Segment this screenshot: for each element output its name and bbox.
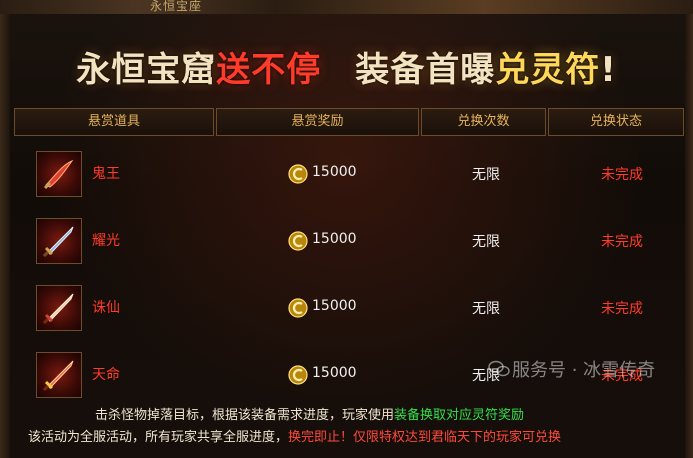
banner-part4: 兑灵符: [495, 50, 601, 90]
status-label: 未完成: [601, 167, 643, 183]
exchange-count: 无限: [472, 301, 500, 317]
banner-part2: 送不停: [216, 50, 322, 90]
item-name: 鬼王: [92, 166, 120, 182]
sword-item-icon[interactable]: [36, 285, 82, 331]
item-name: 诛仙: [92, 300, 120, 316]
reward-value: 15000: [312, 231, 357, 247]
watermark: 服务号 · 冰雪传奇: [512, 360, 656, 381]
item-name: 天命: [92, 367, 120, 383]
wechat-icon: [488, 360, 510, 377]
sword-item-icon[interactable]: [36, 352, 82, 398]
strip-title: 永恒宝座: [150, 0, 203, 13]
right-border: [685, 14, 693, 458]
footer-line-2-text: 该活动为全服活动，所有玩家共享全服进度，: [28, 430, 289, 445]
exchange-count: 无限: [472, 167, 500, 183]
reward-value: 15000: [312, 298, 357, 314]
blade-item-icon[interactable]: [36, 151, 82, 197]
table-row[interactable]: 耀光 15000 无限 未完成: [14, 207, 684, 274]
sword-item-icon[interactable]: [36, 218, 82, 264]
reward-table: 悬赏道具 悬赏奖励 兑换次数 兑换状态 鬼王 15000 无限 未完成 耀光 1…: [14, 108, 684, 398]
table-header: 悬赏道具 悬赏奖励 兑换次数 兑换状态: [14, 108, 684, 136]
reward-value: 15000: [312, 164, 357, 180]
coin-icon: [288, 298, 308, 318]
reward-value: 15000: [312, 365, 357, 381]
banner-part5: !: [600, 50, 617, 90]
coin-icon: [288, 365, 308, 385]
table-row[interactable]: 鬼王 15000 无限 未完成: [14, 140, 684, 207]
banner-title: 永恒宝窟送不停 装备首曝兑灵符!: [20, 42, 673, 98]
banner-part1: 永恒宝窟: [76, 50, 217, 90]
col-header-reward: 悬赏奖励: [216, 108, 419, 136]
banner-part3: 装备首曝: [355, 50, 496, 90]
footer-line-1: 击杀怪物掉落目标，根据该装备需求进度，玩家使用装备换取对应灵符奖励: [95, 405, 524, 427]
status-label: 未完成: [601, 234, 643, 250]
col-header-count: 兑换次数: [421, 108, 546, 136]
table-row[interactable]: 诛仙 15000 无限 未完成: [14, 274, 684, 341]
footer-line-1-text: 击杀怪物掉落目标，根据该装备需求进度，玩家使用: [95, 408, 395, 423]
footer-line-1-highlight: 装备换取对应灵符奖励: [394, 408, 525, 423]
coin-icon: [288, 164, 308, 184]
footer-line-2-highlight: 换完即止！仅限特权达到君临天下的玩家可兑换: [288, 430, 562, 445]
top-strip: 永恒宝座: [0, 0, 693, 14]
coin-icon: [288, 231, 308, 251]
item-name: 耀光: [92, 233, 120, 249]
footer-line-2: 该活动为全服活动，所有玩家共享全服进度，换完即止！仅限特权达到君临天下的玩家可兑…: [28, 427, 561, 449]
col-header-item: 悬赏道具: [14, 108, 214, 136]
status-label: 未完成: [601, 301, 643, 317]
exchange-count: 无限: [472, 234, 500, 250]
left-border: [0, 14, 10, 458]
col-header-status: 兑换状态: [548, 108, 684, 136]
